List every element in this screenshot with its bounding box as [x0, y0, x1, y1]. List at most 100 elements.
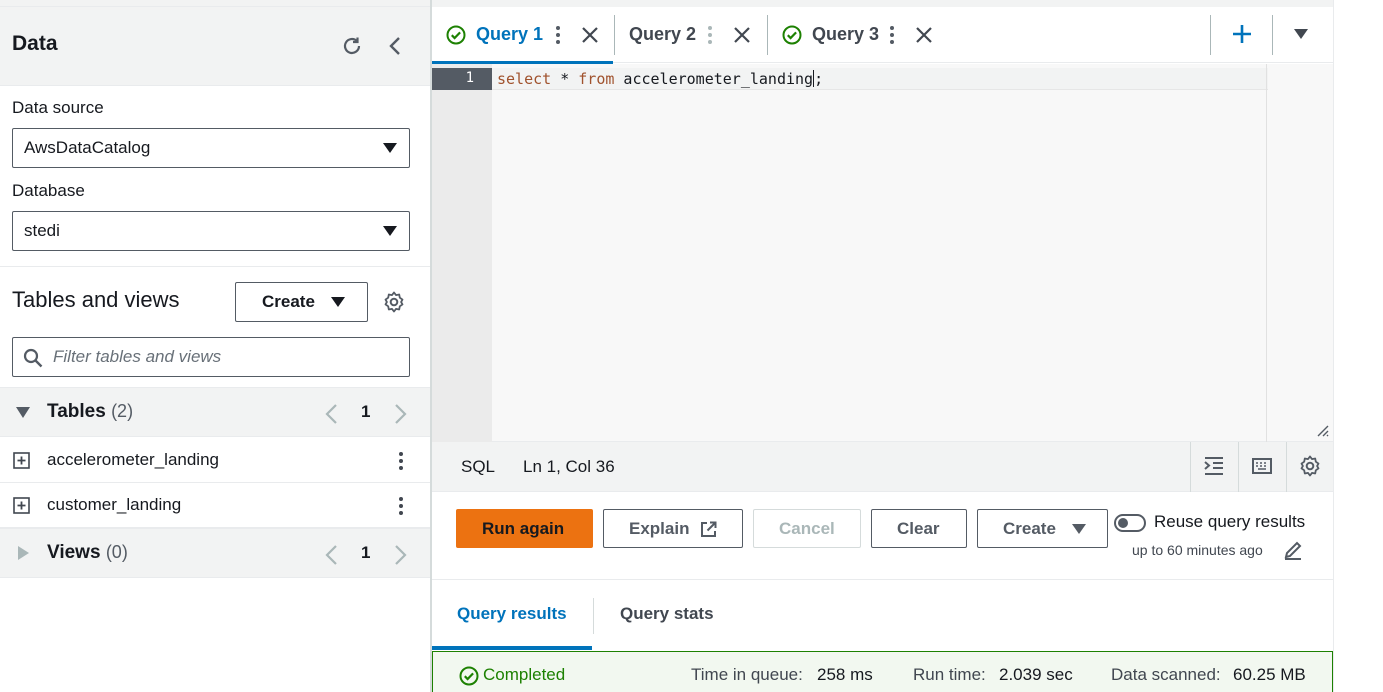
expand-plus-icon[interactable] — [13, 497, 30, 514]
tab-query-stats[interactable]: Query stats — [620, 604, 714, 624]
active-tab-underline — [432, 646, 592, 650]
clear-label: Clear — [897, 519, 940, 538]
more-tabs-icon[interactable] — [1294, 29, 1308, 39]
next-page-icon[interactable] — [394, 544, 408, 566]
tab-menu-icon[interactable] — [889, 25, 895, 45]
views-group-header: Views (0) 1 — [0, 528, 430, 578]
expand-plus-icon[interactable] — [13, 452, 30, 469]
tab-label: Query 1 — [476, 24, 544, 44]
caret-down-icon — [383, 143, 397, 153]
close-icon[interactable] — [732, 25, 752, 45]
explain-button[interactable]: Explain — [603, 509, 743, 548]
next-page-icon[interactable] — [394, 403, 408, 425]
prev-page-icon[interactable] — [324, 403, 338, 425]
caret-down-icon — [331, 297, 345, 307]
data-source-value: AwsDataCatalog — [24, 138, 151, 157]
tab-query-3[interactable]: Query 3 — [768, 7, 948, 63]
tab-label: Query 2 — [629, 24, 697, 44]
add-query-tab-icon[interactable] — [1230, 22, 1254, 46]
keyword-select: select — [497, 70, 552, 88]
table-name[interactable]: customer_landing — [47, 495, 181, 515]
tables-group-header: Tables (2) 1 — [0, 387, 430, 437]
clear-button[interactable]: Clear — [871, 509, 967, 548]
code-token: accelerometer_landing — [614, 70, 814, 88]
filter-tables-input-wrap — [12, 337, 410, 377]
active-line-highlight — [432, 68, 492, 90]
expand-down-icon[interactable] — [16, 407, 30, 418]
data-panel: Data Data source AwsDataCatalog Database… — [0, 0, 430, 692]
more-actions-icon[interactable] — [398, 496, 404, 516]
tab-menu-icon[interactable] — [707, 25, 713, 45]
tab-separator — [593, 598, 594, 634]
create-table-label: Create — [262, 292, 315, 311]
code-line[interactable]: select * from accelerometer_landing; — [497, 70, 823, 88]
database-label: Database — [12, 181, 85, 200]
gear-icon[interactable] — [383, 291, 405, 313]
database-value: stedi — [24, 221, 60, 240]
tab-query-2[interactable]: Query 2 — [615, 7, 767, 63]
language-label: SQL — [461, 457, 496, 476]
data-scanned-value: 60.25 MB — [1233, 665, 1306, 684]
gear-icon[interactable] — [1299, 455, 1321, 477]
run-time-label: Run time: — [913, 665, 986, 684]
refresh-icon[interactable] — [340, 34, 364, 58]
more-actions-icon[interactable] — [398, 451, 404, 471]
query-actions: Run again Explain Cancel Clear Create Re… — [432, 493, 1333, 580]
time-in-queue-label: Time in queue: — [691, 665, 803, 684]
data-panel-title: Data — [12, 32, 58, 55]
code-token: * — [551, 70, 579, 88]
tab-query-1[interactable]: Query 1 — [432, 7, 613, 64]
sql-editor[interactable]: 1 select * from accelerometer_landing; — [432, 64, 1333, 442]
data-source-select[interactable]: AwsDataCatalog — [12, 128, 410, 168]
run-time-value: 2.039 sec — [999, 665, 1073, 684]
caret-down-icon — [1072, 524, 1086, 534]
data-source-label: Data source — [12, 98, 104, 117]
create-button[interactable]: Create — [977, 509, 1108, 548]
collapse-panel-icon[interactable] — [384, 34, 408, 58]
tables-group-label: Tables (2) — [47, 401, 133, 423]
edit-icon[interactable] — [1283, 540, 1303, 560]
close-icon[interactable] — [914, 25, 934, 45]
divider — [1238, 442, 1239, 492]
expand-right-icon[interactable] — [18, 546, 29, 560]
tab-menu-icon[interactable] — [555, 25, 561, 45]
reuse-results-label: Reuse query results — [1154, 512, 1306, 531]
format-query-icon[interactable] — [1203, 455, 1225, 477]
close-icon[interactable] — [580, 25, 600, 45]
explain-label: Explain — [629, 519, 690, 538]
tab-query-results[interactable]: Query results — [457, 604, 567, 624]
table-row[interactable]: accelerometer_landing — [0, 438, 430, 483]
tab-label: Query 3 — [812, 24, 880, 44]
line-gutter: 1 — [432, 64, 492, 442]
top-strip — [432, 0, 1333, 7]
reuse-results-toggle[interactable] — [1114, 514, 1146, 532]
query-status-row: Completed Time in queue: 258 ms Run time… — [432, 651, 1333, 692]
resize-handle-icon[interactable] — [1315, 423, 1329, 437]
keyword-from: from — [578, 70, 615, 88]
views-group-label: Views (0) — [47, 542, 128, 564]
page-number: 1 — [361, 543, 371, 562]
cancel-button[interactable]: Cancel — [753, 509, 861, 548]
line-number: 1 — [465, 70, 474, 86]
divider — [1190, 442, 1191, 492]
cursor-position: Ln 1, Col 36 — [523, 457, 615, 476]
create-table-button[interactable]: Create — [235, 282, 368, 322]
keyboard-icon[interactable] — [1251, 455, 1273, 477]
table-row[interactable]: customer_landing — [0, 483, 430, 528]
table-name[interactable]: accelerometer_landing — [47, 450, 219, 470]
external-link-icon — [700, 521, 717, 538]
search-icon — [23, 348, 43, 368]
reuse-results-window: up to 60 minutes ago — [1132, 542, 1263, 558]
divider — [1286, 442, 1287, 492]
cancel-label: Cancel — [779, 519, 835, 538]
print-margin — [1266, 64, 1267, 442]
database-select[interactable]: stedi — [12, 211, 410, 251]
run-again-button[interactable]: Run again — [456, 509, 593, 548]
prev-page-icon[interactable] — [324, 544, 338, 566]
filter-tables-input[interactable] — [53, 344, 393, 370]
views-count: (0) — [105, 542, 128, 562]
check-circle-icon — [459, 666, 479, 686]
time-in-queue-value: 258 ms — [817, 665, 873, 684]
tables-and-views-title: Tables and views — [12, 287, 180, 312]
tables-count: (2) — [111, 401, 134, 421]
